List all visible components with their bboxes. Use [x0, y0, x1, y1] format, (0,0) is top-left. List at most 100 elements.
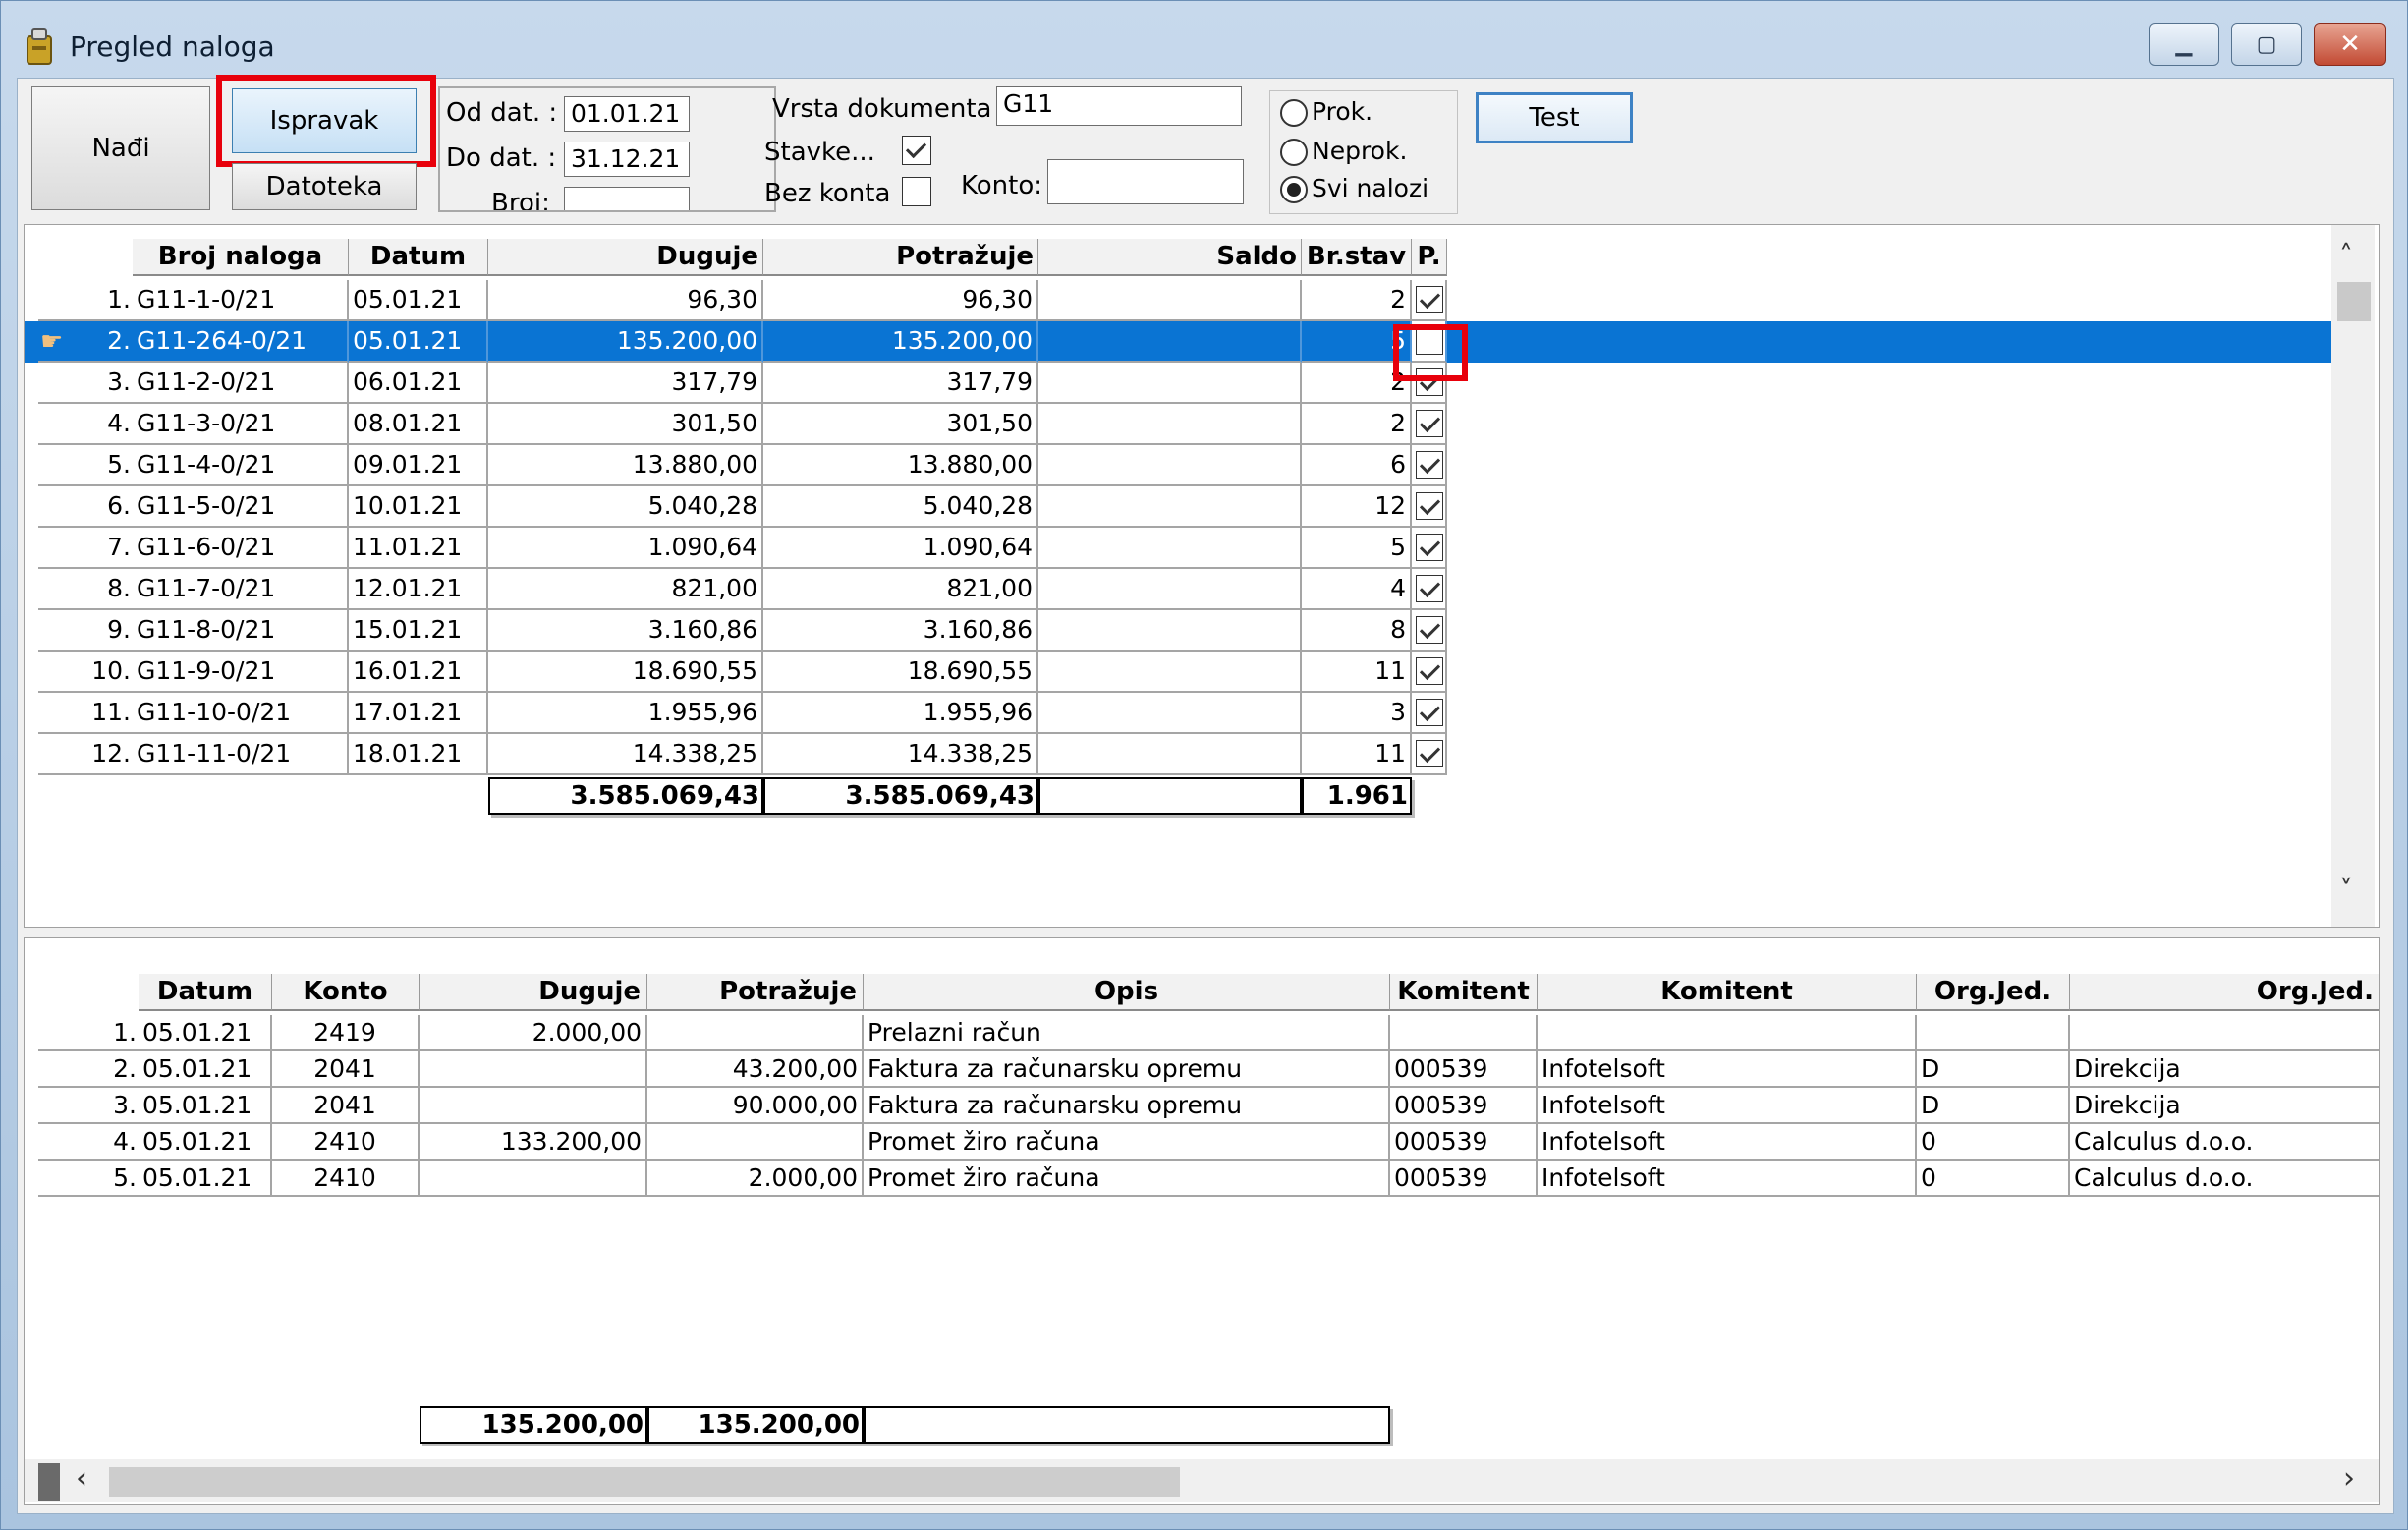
broj-input[interactable] — [564, 187, 690, 210]
posted-checkbox[interactable] — [1416, 368, 1443, 396]
orders-header-broj[interactable]: Broj naloga — [133, 239, 349, 276]
orders-cell-saldo — [1038, 280, 1302, 321]
posted-checkbox-cell[interactable] — [1412, 652, 1447, 693]
posted-checkbox[interactable] — [1416, 699, 1443, 726]
row-number: 11. — [38, 693, 133, 734]
orders-cell-saldo — [1038, 734, 1302, 775]
posted-checkbox-cell[interactable] — [1412, 404, 1447, 445]
minimize-button[interactable]: ▁ — [2149, 23, 2219, 66]
scroll-down-icon[interactable]: ˅ — [2339, 874, 2353, 906]
posted-checkbox-cell[interactable] — [1412, 569, 1447, 610]
row-number: 2. — [38, 1051, 139, 1088]
orders-cell-brstav: 5 — [1302, 528, 1412, 569]
items-cell-potrazuje: 2.000,00 — [647, 1161, 864, 1197]
items-horizontal-scrollbar[interactable]: ‹ › — [25, 1459, 2379, 1502]
file-button[interactable]: Datoteka — [232, 163, 417, 210]
maximize-button[interactable]: ▢ — [2231, 23, 2302, 66]
orders-header-brstav[interactable]: Br.stav — [1302, 239, 1412, 276]
items-cell-opis: Promet žiro računa — [864, 1124, 1390, 1161]
items-header-org2[interactable]: Org.Jed. — [2070, 974, 2379, 1011]
stavke-label: Stavke... — [764, 138, 875, 167]
items-header-opis[interactable]: Opis — [864, 974, 1390, 1011]
title-bar[interactable]: Pregled naloga ▁ ▢ ✕ — [1, 1, 2408, 82]
radio-neprok[interactable] — [1280, 139, 1308, 166]
do-dat-input[interactable]: 31.12.21 — [564, 142, 690, 177]
posted-checkbox-cell[interactable] — [1412, 280, 1447, 321]
items-cell-potrazuje: 43.200,00 — [647, 1051, 864, 1088]
orders-cell-broj: G11-7-0/21 — [133, 569, 349, 610]
orders-cell-saldo — [1038, 693, 1302, 734]
posted-checkbox-cell[interactable] — [1412, 528, 1447, 569]
vrsta-label: Vrsta dokumenta : — [772, 94, 1009, 124]
orders-cell-datum: 05.01.21 — [349, 280, 488, 321]
orders-header-saldo[interactable]: Saldo — [1038, 239, 1302, 276]
orders-cell-potrazuje: 5.040,28 — [763, 486, 1038, 528]
close-button[interactable]: ✕ — [2314, 23, 2386, 66]
orders-vertical-scrollbar[interactable]: ˄ ˅ — [2331, 225, 2375, 927]
posted-checkbox-cell[interactable] — [1412, 610, 1447, 652]
posted-checkbox[interactable] — [1416, 616, 1443, 644]
maximize-icon: ▢ — [2256, 31, 2277, 57]
window-title: Pregled naloga — [70, 30, 275, 63]
posted-checkbox-cell[interactable] — [1412, 734, 1447, 775]
row-number: 9. — [38, 610, 133, 652]
konto-input[interactable] — [1047, 159, 1244, 204]
row-number: 1. — [38, 280, 133, 321]
posted-checkbox-cell[interactable] — [1412, 445, 1447, 486]
od-dat-input[interactable]: 01.01.21 — [564, 96, 690, 132]
posted-checkbox[interactable] — [1416, 657, 1443, 685]
items-header-kom2[interactable]: Komitent — [1538, 974, 1917, 1011]
orders-cell-potrazuje: 3.160,86 — [763, 610, 1038, 652]
scroll-right-icon[interactable]: › — [2343, 1461, 2355, 1496]
orders-cell-duguje: 14.338,25 — [488, 734, 763, 775]
test-button[interactable]: Test — [1476, 92, 1633, 143]
bez-konta-label: Bez konta — [764, 179, 891, 208]
orders-cell-saldo — [1038, 445, 1302, 486]
orders-cell-potrazuje: 301,50 — [763, 404, 1038, 445]
posted-checkbox[interactable] — [1416, 534, 1443, 561]
items-header-potrazuje[interactable]: Potražuje — [647, 974, 864, 1011]
posted-checkbox[interactable] — [1416, 410, 1443, 437]
edit-button[interactable]: Ispravak — [232, 88, 417, 153]
stavke-checkbox[interactable] — [902, 136, 931, 165]
items-header-duguje[interactable]: Duguje — [420, 974, 647, 1011]
items-cell-kom1: 000539 — [1390, 1161, 1538, 1197]
orders-header-duguje[interactable]: Duguje — [488, 239, 763, 276]
scroll-left-icon[interactable]: ‹ — [76, 1461, 87, 1496]
bez-konta-checkbox[interactable] — [902, 177, 931, 206]
radio-svi-nalozi[interactable] — [1280, 176, 1308, 203]
posted-checkbox[interactable] — [1416, 451, 1443, 479]
items-header-konto[interactable]: Konto — [272, 974, 420, 1011]
posted-checkbox-cell[interactable] — [1412, 363, 1447, 404]
scroll-up-icon[interactable]: ˄ — [2339, 239, 2353, 271]
find-button[interactable]: Nađi — [31, 86, 210, 210]
vrsta-input[interactable]: G11 — [996, 86, 1242, 126]
row-number: 12. — [38, 734, 133, 775]
posted-checkbox-cell[interactable] — [1412, 486, 1447, 528]
broj-label: Broj: — [491, 189, 550, 212]
posted-checkbox[interactable] — [1416, 740, 1443, 767]
orders-header-p[interactable]: P. — [1412, 239, 1447, 276]
orders-header-datum[interactable]: Datum — [349, 239, 488, 276]
posted-checkbox[interactable] — [1416, 286, 1443, 313]
posted-checkbox-cell[interactable] — [1412, 693, 1447, 734]
orders-total-potrazuje: 3.585.069,43 — [763, 777, 1038, 815]
posted-checkbox-cell[interactable] — [1412, 321, 1447, 363]
items-cell-kom2: Infotelsoft — [1538, 1088, 1917, 1124]
items-cell-org2 — [2070, 1015, 2379, 1051]
posted-checkbox[interactable] — [1416, 327, 1443, 355]
orders-cell-brstav: 4 — [1302, 569, 1412, 610]
row-number: 7. — [38, 528, 133, 569]
radio-prok[interactable] — [1280, 99, 1308, 127]
orders-header-potrazuje[interactable]: Potražuje — [763, 239, 1038, 276]
h-scroll-thumb[interactable] — [109, 1467, 1180, 1497]
items-header-org1[interactable]: Org.Jed. — [1917, 974, 2070, 1011]
posted-checkbox[interactable] — [1416, 575, 1443, 602]
scroll-thumb[interactable] — [2337, 282, 2371, 321]
items-cell-opis: Faktura za računarsku opremu — [864, 1051, 1390, 1088]
items-header-kom1[interactable]: Komitent — [1390, 974, 1538, 1011]
posted-checkbox[interactable] — [1416, 492, 1443, 520]
close-icon: ✕ — [2339, 29, 2361, 59]
items-header-datum[interactable]: Datum — [139, 974, 272, 1011]
date-filter-group: Od dat. : 01.01.21 Do dat. : 31.12.21 Br… — [438, 86, 776, 212]
